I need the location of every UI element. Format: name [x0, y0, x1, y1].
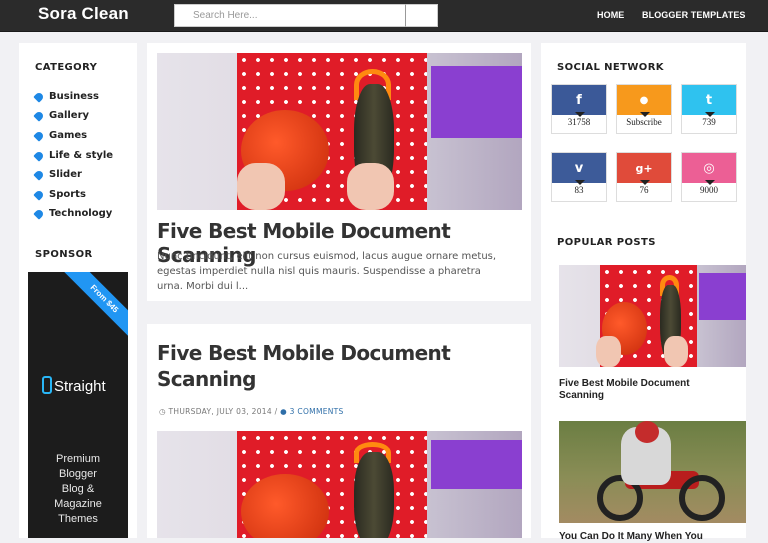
- comments-link[interactable]: 3 COMMENTS: [290, 407, 344, 416]
- post-thumbnail[interactable]: [157, 431, 522, 538]
- excerpt-line: egestas imperdiet nulla nisl quis mauris…: [157, 266, 481, 277]
- category-item-business[interactable]: Business: [33, 90, 99, 103]
- promo-line: Premium: [55, 453, 100, 465]
- price-ribbon: From $45: [62, 272, 128, 341]
- rss-icon: ●: [617, 85, 671, 115]
- search-button[interactable]: [405, 4, 438, 27]
- sponsor-brand: Straight: [42, 376, 106, 395]
- category-label: Slider: [49, 169, 82, 180]
- category-item-technology[interactable]: Technology: [33, 207, 113, 220]
- social-google-plus[interactable]: g+ 76: [616, 152, 672, 202]
- post-card: Five Best Mobile Document Scanning Nunc …: [147, 43, 531, 301]
- comment-icon: ●: [280, 407, 287, 416]
- tag-icon: [33, 149, 45, 162]
- category-label: Gallery: [49, 110, 90, 121]
- excerpt-line: Nunc tincidunt, elit non cursus euismod,…: [157, 251, 497, 262]
- sponsor-brand-label: Straight: [54, 378, 106, 395]
- category-item-games[interactable]: Games: [33, 129, 88, 142]
- facebook-icon: f: [552, 85, 606, 115]
- post-meta: ◷ THURSDAY, JULY 03, 2014 / ● 3 COMMENTS: [159, 407, 344, 416]
- tag-icon: [33, 90, 45, 103]
- google-plus-icon: g+: [617, 153, 671, 183]
- title-line: Five Best Mobile Document: [559, 378, 690, 389]
- category-item-slider[interactable]: Slider: [33, 168, 82, 181]
- social-twitter[interactable]: t 739: [681, 84, 737, 134]
- category-item-life-style[interactable]: Life & style: [33, 149, 114, 162]
- dribbble-icon: ◎: [682, 153, 736, 183]
- site-logo[interactable]: Sora Clean: [38, 4, 129, 24]
- sponsor-promo-text: Premium Blogger Blog & Magazine Themes: [28, 452, 128, 527]
- social-count: 31758: [552, 112, 606, 127]
- promo-line: Magazine: [54, 498, 102, 510]
- category-item-gallery[interactable]: Gallery: [33, 109, 90, 122]
- post-date: THURSDAY, JULY 03, 2014: [168, 407, 272, 416]
- post-excerpt: Nunc tincidunt, elit non cursus euismod,…: [157, 249, 496, 294]
- social-facebook[interactable]: f 31758: [551, 84, 607, 134]
- category-label: Games: [49, 130, 88, 141]
- post-title[interactable]: Five Best Mobile Document Scanning: [157, 341, 451, 391]
- title-line: Scanning: [157, 367, 256, 391]
- social-vimeo[interactable]: v 83: [551, 152, 607, 202]
- social-rss[interactable]: ● Subscribe: [616, 84, 672, 134]
- title-line: You Can Do It Many When You: [559, 531, 703, 542]
- top-navbar: Sora Clean Search Here... HOME BLOGGER T…: [0, 0, 768, 32]
- category-label: Life & style: [49, 150, 114, 161]
- straight-logo-icon: [42, 376, 52, 394]
- social-title: SOCIAL NETWORK: [557, 62, 664, 73]
- popular-post-title[interactable]: You Can Do It Many When You: [559, 531, 703, 543]
- category-label: Technology: [49, 208, 113, 219]
- sponsor-banner[interactable]: From $45 Straight Premium Blogger Blog &…: [28, 272, 128, 538]
- twitter-icon: t: [682, 85, 736, 115]
- promo-line: Blog &: [61, 483, 95, 495]
- promo-line: Themes: [58, 513, 98, 525]
- nav-home[interactable]: HOME: [597, 10, 624, 20]
- popular-posts-title: POPULAR POSTS: [557, 237, 656, 248]
- tag-icon: [33, 188, 45, 201]
- social-dribbble[interactable]: ◎ 9000: [681, 152, 737, 202]
- social-count: Subscribe: [617, 112, 671, 127]
- social-count: 9000: [682, 180, 736, 195]
- tag-icon: [33, 207, 45, 220]
- meta-separator: /: [274, 407, 278, 416]
- social-count: 83: [552, 180, 606, 195]
- nav-blogger-templates[interactable]: BLOGGER TEMPLATES: [642, 10, 746, 20]
- sponsor-title: SPONSOR: [35, 249, 93, 260]
- social-count: 739: [682, 112, 736, 127]
- search-input[interactable]: Search Here...: [174, 4, 406, 27]
- tag-icon: [33, 109, 45, 122]
- social-count: 76: [617, 180, 671, 195]
- category-label: Business: [49, 91, 99, 102]
- popular-post-thumbnail[interactable]: [559, 421, 746, 523]
- post-card: Five Best Mobile Document Scanning ◷ THU…: [147, 324, 531, 538]
- post-thumbnail[interactable]: [157, 53, 522, 210]
- popular-post-title[interactable]: Five Best Mobile Document Scanning: [559, 378, 690, 402]
- excerpt-line: urna. Morbi dui l...: [157, 281, 249, 292]
- vimeo-icon: v: [552, 153, 606, 183]
- title-line: Five Best Mobile Document: [157, 341, 451, 365]
- title-line: Scanning: [559, 390, 605, 401]
- tag-icon: [33, 129, 45, 142]
- category-label: Sports: [49, 189, 86, 200]
- promo-line: Blogger: [59, 468, 97, 480]
- tag-icon: [33, 168, 45, 181]
- clock-icon: ◷: [159, 407, 166, 416]
- category-item-sports[interactable]: Sports: [33, 188, 86, 201]
- category-title: CATEGORY: [35, 62, 98, 73]
- popular-post-thumbnail[interactable]: [559, 265, 746, 367]
